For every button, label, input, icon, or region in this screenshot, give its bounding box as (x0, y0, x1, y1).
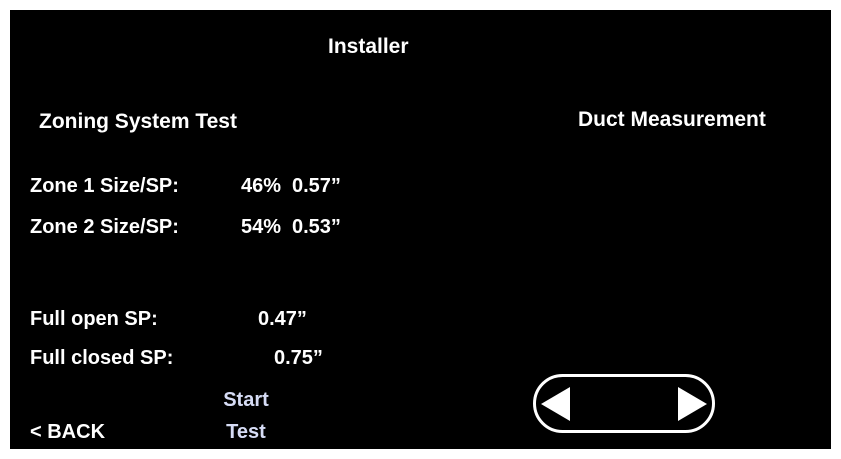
triangle-left-icon[interactable] (541, 387, 570, 421)
zone-2-sp: 0.53” (292, 216, 341, 238)
zone-1-sp: 0.57” (292, 175, 341, 197)
full-closed-label: Full closed SP: (30, 347, 174, 369)
duct-measurement-heading: Duct Measurement (578, 108, 766, 131)
installer-screen: Installer Zoning System Test Duct Measur… (10, 10, 831, 449)
page-title: Installer (328, 35, 409, 58)
full-closed-row: Full closed SP: 0.75” (30, 347, 323, 369)
back-button[interactable]: < BACK (30, 422, 105, 442)
start-test-button[interactable]: Start Test (215, 384, 277, 448)
navigation-pill (533, 374, 715, 433)
zone-1-label: Zone 1 Size/SP: (30, 175, 179, 197)
zone-1-size: 46% (241, 175, 282, 197)
start-test-line-2: Test (226, 421, 266, 443)
full-open-value: 0.47” (258, 308, 307, 330)
start-test-line-1: Start (223, 389, 269, 411)
zoning-system-test-heading: Zoning System Test (39, 110, 237, 133)
zone-2-row: Zone 2 Size/SP: 54% 0.53” (30, 216, 341, 238)
triangle-right-icon[interactable] (678, 387, 707, 421)
zone-2-size: 54% (241, 216, 282, 238)
zone-2-label: Zone 2 Size/SP: (30, 216, 179, 238)
full-closed-value: 0.75” (274, 347, 323, 369)
full-open-row: Full open SP: 0.47” (30, 308, 307, 330)
full-open-label: Full open SP: (30, 308, 158, 330)
zone-1-row: Zone 1 Size/SP: 46% 0.57” (30, 175, 341, 197)
